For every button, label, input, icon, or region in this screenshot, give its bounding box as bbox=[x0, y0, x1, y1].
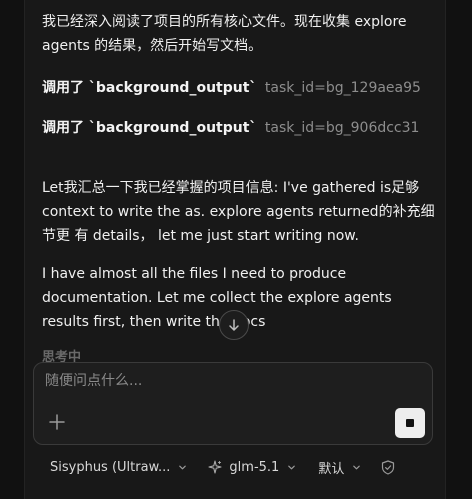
tool-call-arg: task_id=bg_906dcc31 bbox=[264, 120, 420, 136]
message-composer bbox=[33, 362, 433, 445]
stop-button[interactable] bbox=[395, 408, 425, 438]
scroll-to-bottom-button[interactable] bbox=[219, 310, 249, 340]
tool-call-arg: task_id=bg_129aea95 bbox=[264, 80, 421, 96]
chevron-down-icon bbox=[353, 465, 361, 469]
agent-selector-label: Sisyphus (Ultraw... bbox=[50, 459, 171, 475]
model-selector-label: glm-5.1 bbox=[229, 459, 280, 475]
tool-call-row[interactable]: 调用了 `background_output` task_id=bg_906dc… bbox=[42, 118, 419, 138]
plus-icon[interactable] bbox=[48, 413, 66, 431]
sparkle-icon bbox=[208, 460, 222, 474]
assistant-message-intro: 我已经深入阅读了项目的所有核心文件。现在收集 explore agents 的结… bbox=[42, 14, 407, 54]
composer-toolbar: Sisyphus (Ultraw... glm-5.1 默认 bbox=[50, 456, 395, 478]
model-selector[interactable]: glm-5.1 bbox=[208, 460, 296, 475]
tool-call-row[interactable]: 调用了 `background_output` task_id=bg_129ae… bbox=[42, 78, 421, 98]
permission-shield-button[interactable] bbox=[381, 459, 395, 475]
shield-check-icon bbox=[382, 459, 395, 475]
arrow-down-icon bbox=[229, 319, 239, 331]
chevron-down-icon bbox=[288, 465, 296, 469]
tool-call-name: 调用了 `background_output` bbox=[42, 80, 257, 96]
assistant-message-summary: Let我汇总一下我已经掌握的项目信息: I've gathered is足够 c… bbox=[42, 180, 435, 244]
stop-icon bbox=[406, 419, 414, 427]
assistant-message-summary-block: Let我汇总一下我已经掌握的项目信息: I've gathered is足够 c… bbox=[42, 176, 442, 248]
agent-selector[interactable]: Sisyphus (Ultraw... bbox=[50, 460, 187, 475]
permission-selector[interactable]: 默认 bbox=[318, 458, 361, 477]
chevron-down-icon bbox=[179, 465, 187, 469]
message-list: 我已经深入阅读了项目的所有核心文件。现在收集 explore agents 的结… bbox=[42, 10, 442, 58]
message-input[interactable] bbox=[45, 373, 405, 389]
permission-selector-label: 默认 bbox=[318, 461, 345, 477]
tool-call-name: 调用了 `background_output` bbox=[42, 120, 257, 136]
